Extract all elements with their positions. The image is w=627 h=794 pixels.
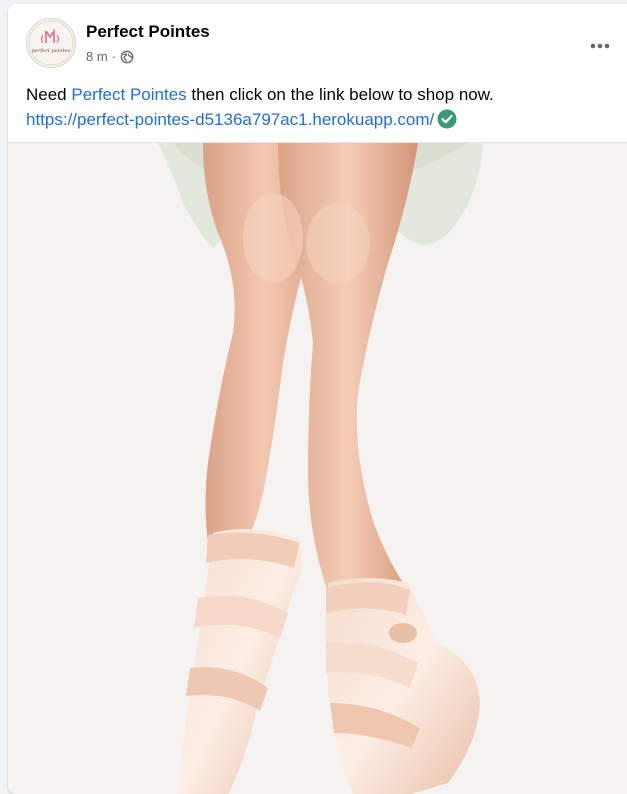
- more-options-button[interactable]: [582, 28, 618, 64]
- svg-text:perfect pointes: perfect pointes: [32, 48, 71, 54]
- post-time[interactable]: 8 m: [86, 49, 108, 64]
- shop-url-link[interactable]: https://perfect-pointes-d5136a797ac1.her…: [26, 110, 434, 129]
- text-before: Need: [26, 85, 72, 104]
- text-after: then click on the link below to shop now…: [186, 85, 494, 104]
- author-name[interactable]: Perfect Pointes: [86, 22, 210, 42]
- post-photo[interactable]: [8, 142, 627, 794]
- post-card: perfect pointes Perfect Pointes 8 m · Ne…: [8, 4, 627, 794]
- meta-separator: ·: [111, 49, 117, 64]
- post-meta: 8 m ·: [86, 49, 134, 64]
- globe-icon[interactable]: [120, 50, 134, 64]
- ballet-pointe-shoes-photo: [8, 143, 627, 794]
- mention-link[interactable]: Perfect Pointes: [71, 85, 186, 104]
- more-dots-icon: [590, 43, 610, 49]
- avatar[interactable]: perfect pointes: [26, 18, 76, 68]
- post-header: perfect pointes Perfect Pointes 8 m ·: [26, 18, 627, 70]
- check-circle-icon: [437, 109, 457, 129]
- post-text: Need Perfect Pointes then click on the l…: [26, 82, 616, 132]
